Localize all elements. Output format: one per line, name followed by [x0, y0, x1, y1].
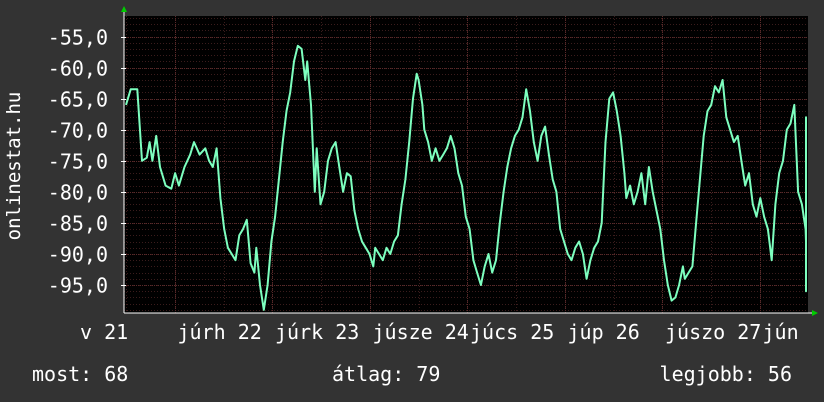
stat-best: legjobb: 56 [659, 362, 792, 386]
chart: -55,0 -60,0 -65,0 -70,0 -75,0 -80,0 -85,0 -90,0… [3, 6, 818, 344]
stat-average: átlag: 79 [332, 362, 441, 386]
x-tick-label: júrk 23 [275, 320, 359, 344]
x-tick-label: júrh 22 [178, 320, 262, 344]
x-tick-label: jún [763, 320, 799, 344]
y-tick-label: -95,0 [48, 274, 108, 298]
y-axis-arrow [121, 6, 127, 12]
y-axis-label: onlinestat.hu [3, 92, 25, 241]
x-axis-ticks: v 21 júrh 22 júrk 23 júsze 24 júcs 25 júp 26 j… [80, 320, 799, 344]
y-tick-label: -65,0 [48, 88, 108, 112]
x-tick-label: júsze 24 [373, 320, 469, 344]
y-tick-label: -75,0 [48, 150, 108, 174]
y-axis-ticks: -55,0 -60,0 -65,0 -70,0 -75,0 -80,0 -85,0 -90,0… [48, 26, 126, 298]
plot-area [124, 16, 808, 313]
x-tick-label: júp 26 [568, 320, 640, 344]
stat-now: most: 68 [32, 362, 129, 386]
x-tick-label: júcs 25 [470, 320, 554, 344]
y-tick-label: -55,0 [48, 26, 108, 50]
x-axis-arrow [812, 310, 818, 316]
x-tick-label: júszo 27 [665, 320, 761, 344]
y-tick-label: -80,0 [48, 181, 108, 205]
y-tick-label: -70,0 [48, 119, 108, 143]
y-tick-label: -60,0 [48, 57, 108, 81]
y-tick-label: -90,0 [48, 243, 108, 267]
x-tick-label: v 21 [80, 320, 128, 344]
y-tick-label: -85,0 [48, 212, 108, 236]
